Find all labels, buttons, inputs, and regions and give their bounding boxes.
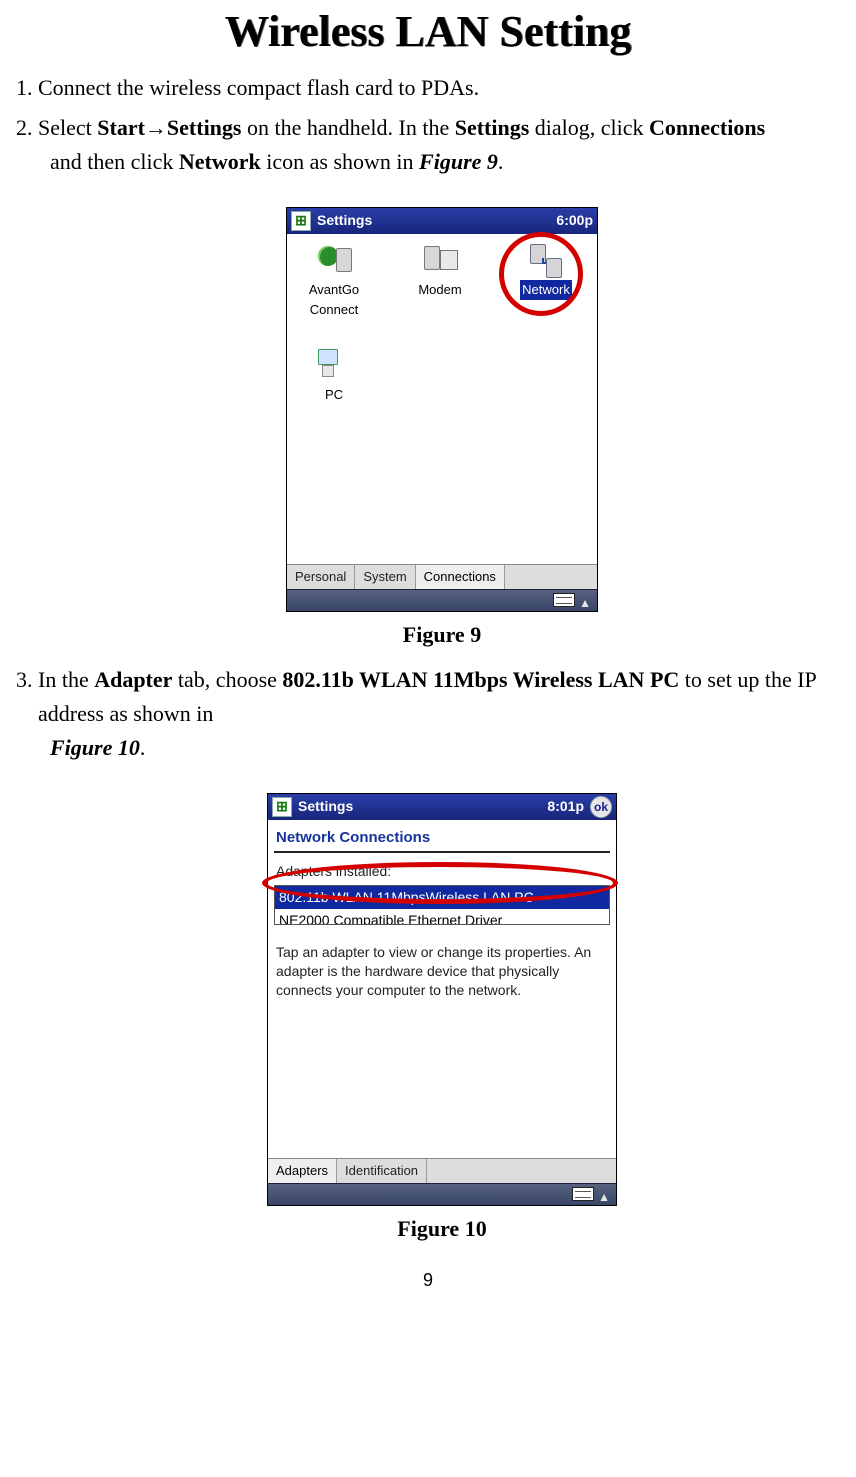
page-title: Wireless LAN Setting [10,6,846,57]
section-heading: Network Connections [274,824,610,849]
network-icon [526,244,566,278]
adapters-listbox[interactable]: 802.11b WLAN 11MbpsWireless LAN PC NE200… [274,885,610,925]
bottom-tabs: Personal System Connections [287,564,597,589]
titlebar-title: Settings [298,796,353,818]
s2-a: Select [38,115,97,140]
step-1-text: Connect the wireless compact flash card … [38,75,479,100]
step-2: Select Start→Settings on the handheld. I… [38,111,846,652]
figure-10-caption: Figure 10 [38,1212,846,1246]
icon-label: AvantGo Connect [295,280,373,320]
icon-network[interactable]: Network [507,244,585,320]
s2-i: icon as shown in [261,149,419,174]
list-item[interactable]: 802.11b WLAN 11MbpsWireless LAN PC [275,886,609,910]
up-arrow-icon[interactable]: ▲ [579,594,591,613]
s3-c: tab, choose [172,667,282,692]
titlebar-title: Settings [317,210,372,232]
s2-start: Start [97,115,145,140]
s2-e: dialog, click [529,115,649,140]
help-text: Tap an adapter to view or change its pro… [274,943,610,1000]
icon-pc[interactable]: PC [295,349,373,405]
start-icon[interactable]: ⊞ [272,797,292,817]
figure-9-caption: Figure 9 [38,618,846,652]
s2-figref: Figure 9 [419,149,498,174]
screenshot-figure-10: ⊞ Settings 8:01p ok Network Connections … [267,793,617,1206]
s2-connections: Connections [649,115,765,140]
icon-label: Network [520,280,572,300]
titlebar: ⊞ Settings 6:00p [287,208,597,234]
s2-j: . [498,149,504,174]
modem-icon [420,244,460,278]
titlebar-time: 8:01p [547,796,584,818]
tab-filler [505,565,597,589]
icon-modem[interactable]: Modem [401,244,479,320]
pc-icon [314,349,354,383]
up-arrow-icon[interactable]: ▲ [598,1188,610,1207]
device-footer: ▲ [268,1183,616,1205]
divider [274,851,610,853]
s2-settings2: Settings [455,115,530,140]
s3-figref: Figure 10 [50,735,140,760]
step-3: In the Adapter tab, choose 802.11b WLAN … [38,663,846,1247]
start-icon[interactable]: ⊞ [291,211,311,231]
bottom-tabs: Adapters Identification [268,1158,616,1183]
icon-label: Modem [418,280,461,300]
s2-settings: Settings [167,115,242,140]
tab-adapters[interactable]: Adapters [268,1159,337,1183]
s2-network: Network [179,149,261,174]
s3-a: In the [38,667,94,692]
s3-adapter: Adapter [94,667,172,692]
s3-f: . [140,735,146,760]
avantgo-icon [314,244,354,278]
icon-avantgo-connect[interactable]: AvantGo Connect [295,244,373,320]
tab-personal[interactable]: Personal [287,565,355,589]
keyboard-icon[interactable] [572,1187,594,1201]
tab-filler [427,1159,616,1183]
s3-wlan: 802.11b WLAN 11Mbps Wireless LAN PC [282,667,679,692]
page-number: 9 [10,1270,846,1291]
titlebar-time: 6:00p [556,210,593,232]
keyboard-icon[interactable] [553,593,575,607]
arrow-icon: → [145,115,167,140]
screenshot-figure-9: ⊞ Settings 6:00p AvantGo Connect [286,207,598,612]
instruction-list: Connect the wireless compact flash card … [10,71,846,1246]
tab-connections[interactable]: Connections [416,565,505,589]
tab-identification[interactable]: Identification [337,1159,427,1183]
s2-c: on the handheld. In the [241,115,454,140]
adapters-label: Adapters installed: [276,861,610,883]
tab-system[interactable]: System [355,565,415,589]
ok-button[interactable]: ok [590,796,612,818]
titlebar: ⊞ Settings 8:01p ok [268,794,616,820]
s2-g: and then click [50,149,179,174]
device-footer: ▲ [287,589,597,611]
icon-label: PC [325,385,343,405]
list-item[interactable]: NE2000 Compatible Ethernet Driver [275,909,609,924]
step-1: Connect the wireless compact flash card … [38,71,846,105]
